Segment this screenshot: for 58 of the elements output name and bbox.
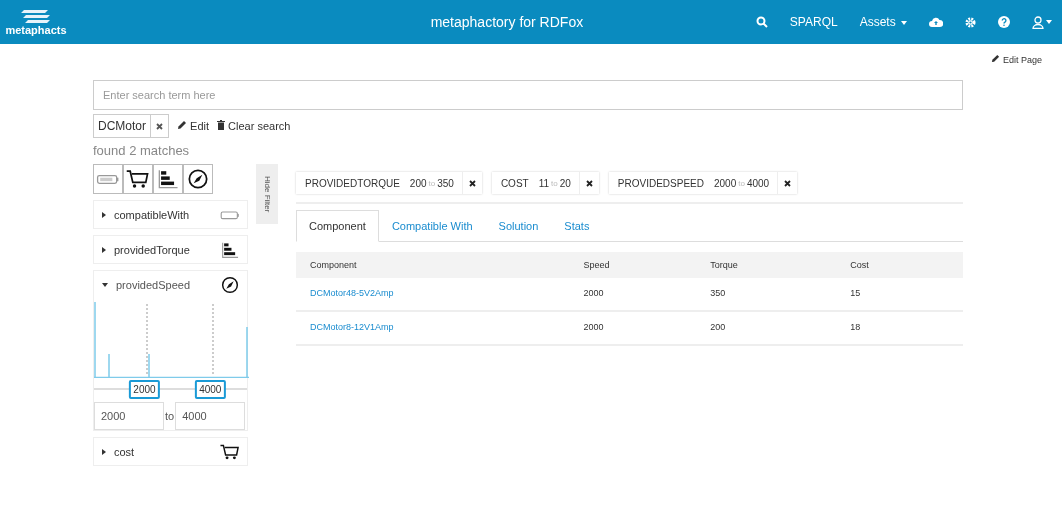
tab[interactable]: Solution: [485, 210, 552, 242]
component-link[interactable]: DCMotor48-5V2Amp: [310, 288, 394, 298]
tab[interactable]: Compatible With: [378, 210, 486, 242]
pencil-icon: [991, 54, 1001, 63]
component-link[interactable]: DCMotor8-12V1Amp: [310, 322, 394, 332]
sparql-link[interactable]: SPARQL: [789, 15, 838, 29]
remove-icon[interactable]: [468, 179, 476, 187]
facet-header[interactable]: providedSpeed: [94, 271, 247, 298]
tab[interactable]: Component: [296, 210, 379, 242]
clear-search-link[interactable]: Clear search: [217, 120, 291, 132]
bars-facet-button[interactable]: [153, 164, 183, 194]
table-cell: 18: [850, 322, 861, 332]
facet-header[interactable]: compatibleWith: [94, 201, 247, 228]
search-field[interactable]: Enter search term here: [93, 80, 963, 110]
remove-icon[interactable]: [784, 179, 792, 187]
user-menu[interactable]: [1032, 15, 1052, 29]
column-header: Speed: [569, 252, 697, 278]
edit-link[interactable]: Edit: [177, 120, 210, 132]
column-header: Torque: [696, 252, 837, 278]
trash-icon: [217, 120, 226, 130]
logo-text: metaphacts: [5, 24, 67, 36]
table-cell: 200: [710, 322, 726, 332]
column-header: Cost: [836, 252, 963, 278]
app-title: metaphactory for RDFox: [430, 14, 584, 30]
tab[interactable]: Stats: [551, 210, 603, 242]
remove-icon[interactable]: [585, 179, 593, 187]
range-slider[interactable]: 2000 4000: [94, 379, 247, 399]
pencil-icon: [177, 120, 187, 130]
table-cell: 2000: [583, 288, 604, 298]
table-cell: 350: [710, 288, 726, 298]
logo-icon: [20, 8, 52, 24]
edit-page-link[interactable]: Edit Page: [991, 54, 1042, 68]
settings-icon[interactable]: [965, 16, 976, 28]
cart-icon: [219, 442, 241, 461]
cart-icon: [125, 168, 151, 190]
remove-icon[interactable]: [156, 122, 163, 130]
bar-chart-icon: [219, 240, 241, 259]
cart-facet-button[interactable]: [123, 164, 153, 194]
slider-handle[interactable]: 2000: [129, 380, 160, 399]
hide-filter-tab[interactable]: Hide Filter: [256, 164, 278, 224]
range-to-field[interactable]: 4000: [175, 402, 246, 430]
range-separator: to: [164, 410, 176, 422]
range-from-field[interactable]: 2000: [94, 402, 164, 430]
table-cell: 2000: [583, 322, 604, 332]
column-header: Component: [296, 252, 570, 278]
match-count: found 2 matches: [93, 143, 191, 158]
compass-facet-button[interactable]: [183, 164, 213, 194]
compass-icon: [219, 275, 241, 294]
help-icon[interactable]: [998, 16, 1010, 28]
search-icon[interactable]: [755, 16, 768, 28]
facet-header[interactable]: providedTorque: [94, 236, 247, 263]
facet-header[interactable]: cost: [94, 438, 247, 465]
slider-handle[interactable]: 4000: [195, 380, 226, 399]
cloud-upload-icon[interactable]: [929, 17, 943, 27]
filter-chip: PROVIDEDTORQUE 200 to 350: [296, 172, 482, 194]
assets-menu[interactable]: Assets: [859, 15, 907, 29]
table-cell: 15: [850, 288, 861, 298]
search-term-tag: DCMotor: [93, 114, 169, 138]
